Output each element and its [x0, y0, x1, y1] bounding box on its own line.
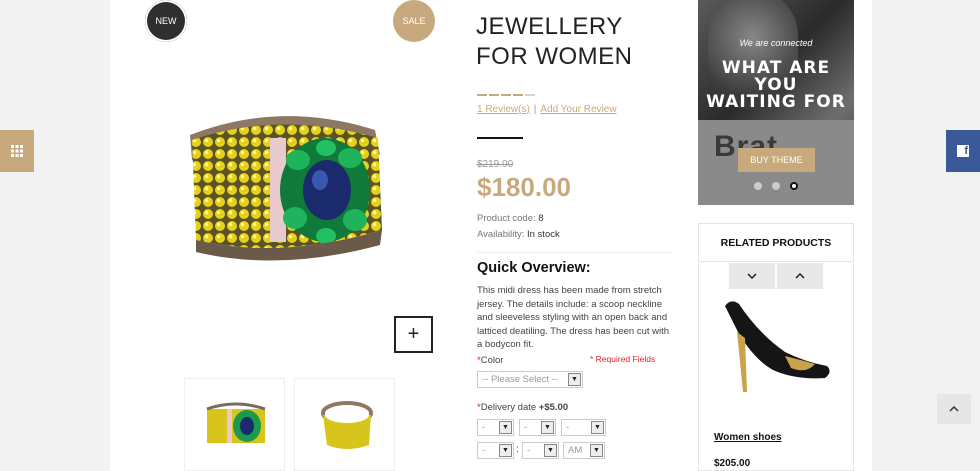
related-product-image[interactable]	[715, 294, 839, 404]
reviews-link[interactable]: 1 Review(s)	[477, 104, 530, 115]
thumbnail-2-image	[321, 401, 373, 449]
price: $180.00	[477, 172, 571, 202]
back-to-top-button[interactable]	[937, 394, 971, 424]
color-select-value: -- Please Select --	[482, 374, 559, 385]
chevron-down-icon: ▼	[568, 373, 581, 386]
thumbnail-1-image	[206, 402, 266, 443]
old-price: $219.00	[477, 159, 514, 170]
time-hour-select[interactable]: - ▼	[477, 442, 514, 459]
star-icon	[477, 94, 487, 96]
availability-label: Availability:	[477, 229, 525, 240]
chevron-down-icon: ▼	[544, 444, 557, 457]
chevron-down-icon: ▼	[499, 444, 512, 457]
chevron-down-icon	[747, 273, 757, 279]
product-code: Product code: 8	[477, 213, 544, 224]
color-select[interactable]: -- Please Select -- ▼	[477, 371, 583, 388]
reviews-separator: |	[533, 104, 537, 115]
product-main-image	[190, 116, 382, 261]
chevron-down-icon: ▼	[541, 421, 554, 434]
banner-tagline: We are connected	[739, 38, 813, 48]
star-icon	[525, 94, 535, 96]
grid-menu-button[interactable]	[0, 130, 34, 172]
required-fields-note: * Required Fields	[590, 354, 656, 364]
slider-dots	[698, 182, 854, 190]
color-label-text: Color	[480, 355, 504, 366]
chevron-down-icon: ▼	[591, 421, 604, 434]
availability: Availability: In stock	[477, 229, 560, 240]
new-badge: NEW	[145, 0, 187, 42]
star-icon	[489, 94, 499, 96]
reviews-row: 1 Review(s) | Add Your Review	[477, 104, 617, 115]
facebook-icon: f	[957, 145, 969, 157]
add-review-link[interactable]: Add Your Review	[540, 104, 616, 115]
slider-dot-1[interactable]	[754, 182, 762, 190]
related-prev-button[interactable]	[777, 263, 823, 289]
date-day-select[interactable]: - ▼	[519, 419, 556, 436]
thumbnail-2[interactable]	[294, 378, 395, 471]
title-rule	[477, 137, 523, 139]
product-code-value: 8	[538, 213, 544, 224]
quick-overview-text: This midi dress has been made from stret…	[477, 285, 670, 350]
banner-headline-line-3: WAITING FOR	[706, 92, 846, 112]
delivery-date-text: Delivery date	[480, 402, 537, 413]
related-product-name[interactable]: Women shoes	[714, 432, 782, 443]
time-ampm-select[interactable]: AM ▼	[563, 442, 605, 459]
product-title: JEWELLERY FOR WOMEN	[476, 13, 633, 70]
time-minute-select[interactable]: - ▼	[522, 442, 559, 459]
color-label: *Color	[477, 355, 504, 366]
time-colon: :	[516, 444, 519, 455]
chevron-up-icon	[795, 273, 805, 279]
banner-headline: WHAT ARE YOU WAITING FOR	[698, 60, 854, 111]
slider-dot-2[interactable]	[772, 182, 780, 190]
sale-badge: SALE	[393, 0, 435, 42]
divider	[477, 252, 672, 253]
date-year-select[interactable]: - ▼	[561, 419, 606, 436]
delivery-date-label: *Delivery date +$5.00	[477, 402, 569, 413]
grid-icon	[11, 145, 23, 157]
related-products: RELATED PRODUCTS Women shoes $205.00	[698, 223, 854, 471]
quick-overview-title: Quick Overview:	[477, 260, 591, 276]
facebook-button[interactable]: f	[946, 130, 980, 172]
chevron-up-icon	[949, 406, 959, 412]
star-icon	[513, 94, 523, 96]
rating-stars	[477, 94, 535, 96]
related-next-button[interactable]	[729, 263, 775, 289]
delivery-price: +$5.00	[538, 402, 569, 413]
product-code-label: Product code:	[477, 213, 536, 224]
date-month-select[interactable]: - ▼	[477, 419, 514, 436]
chevron-down-icon: ▼	[590, 444, 603, 457]
zoom-button[interactable]: +	[394, 316, 433, 353]
related-products-title: RELATED PRODUCTS	[699, 224, 853, 262]
slider-dot-3[interactable]	[790, 182, 798, 190]
availability-value: In stock	[527, 229, 560, 240]
star-icon	[501, 94, 511, 96]
buy-theme-button[interactable]: BUY THEME	[738, 148, 815, 172]
chevron-down-icon: ▼	[499, 421, 512, 434]
thumbnail-1[interactable]	[184, 378, 285, 471]
promo-banner: Brat We are connected WHAT ARE YOU WAITI…	[698, 0, 854, 205]
related-product-price: $205.00	[714, 458, 751, 469]
